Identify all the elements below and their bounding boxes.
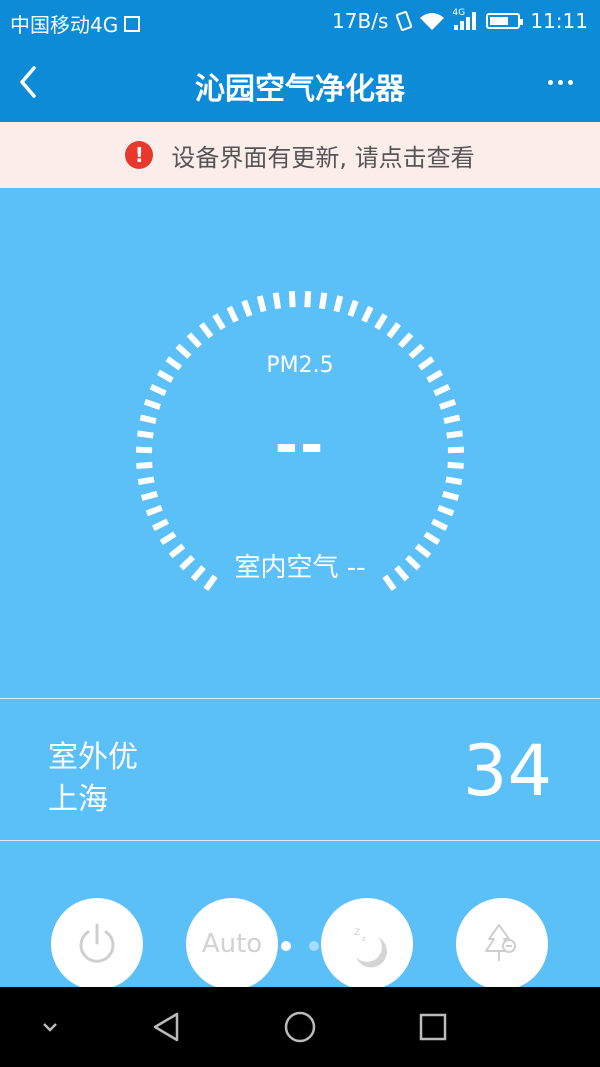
gauge-tick xyxy=(374,313,388,331)
gauge-tick xyxy=(151,518,169,532)
nav-back-button[interactable] xyxy=(146,1005,190,1049)
pm25-label: PM2.5 xyxy=(266,353,334,378)
auto-mode-button[interactable]: Auto xyxy=(186,898,278,990)
pm25-value: -- xyxy=(274,413,326,478)
title-bar: 沁园空气净化器 xyxy=(0,42,600,122)
carrier-label: 中国移动4G xyxy=(10,13,119,37)
gauge-tick xyxy=(442,490,460,501)
gauge-tick xyxy=(439,398,457,410)
update-notice[interactable]: ! 设备界面有更新, 请点击查看 xyxy=(0,122,600,188)
gauge-tick xyxy=(386,322,402,339)
indoor-air-status: 室内空气 -- xyxy=(234,553,366,583)
outdoor-city: 上海 xyxy=(48,782,108,817)
gauge-tick xyxy=(212,313,226,331)
purify-mode-button[interactable] xyxy=(456,898,548,990)
system-nav-bar xyxy=(0,987,600,1067)
divider-bottom xyxy=(0,840,600,841)
gauge-tick xyxy=(241,299,253,317)
notice-text: 设备界面有更新, 请点击查看 xyxy=(171,143,475,172)
status-bar: 中国移动4G 17B/s 4G 11:11 xyxy=(0,0,600,42)
gauge-tick xyxy=(431,518,449,532)
divider-top xyxy=(0,698,600,699)
outdoor-pm25-value: 34 xyxy=(462,730,552,812)
nav-home-icon xyxy=(284,1011,316,1043)
page-title: 沁园空气净化器 xyxy=(195,72,405,107)
gauge-tick xyxy=(143,398,161,410)
sleep-icon: Z z xyxy=(354,928,387,968)
more-button[interactable] xyxy=(540,70,580,94)
gauge-tick xyxy=(149,383,167,397)
gauge-tick xyxy=(140,490,158,501)
gauge-tick xyxy=(361,305,374,323)
wifi-icon xyxy=(420,12,445,30)
gauge-tick xyxy=(347,299,359,317)
svg-text:Z: Z xyxy=(354,928,360,938)
page-dot xyxy=(309,941,319,951)
cell-signal: 4G xyxy=(452,8,477,30)
nav-recent-icon xyxy=(419,1013,447,1041)
gauge-tick xyxy=(445,476,463,486)
alert-icon: ! xyxy=(125,141,154,169)
nav-back-icon xyxy=(153,1012,179,1042)
gauge-tick xyxy=(433,383,451,397)
svg-text:z: z xyxy=(362,935,366,943)
gauge-tick xyxy=(198,322,214,339)
more-icon xyxy=(547,79,553,85)
gauge-tick xyxy=(288,291,296,308)
gauge-tick xyxy=(186,332,202,349)
page-dot-active xyxy=(281,941,291,951)
nav-home-button[interactable] xyxy=(278,1005,322,1049)
gauge-tick xyxy=(145,504,163,517)
gauge-tick xyxy=(159,531,177,546)
net-speed: 17B/s xyxy=(332,9,389,33)
nav-recent-button[interactable] xyxy=(411,1005,455,1049)
gauge-tick xyxy=(437,504,455,517)
gauge-tick xyxy=(226,305,239,323)
gauge-tick xyxy=(137,476,155,486)
nav-down-icon xyxy=(43,1023,57,1032)
power-button[interactable] xyxy=(51,898,143,990)
clock: 11:11 xyxy=(530,9,588,33)
signal-type: 4G xyxy=(452,8,466,18)
tree-icon xyxy=(485,924,516,961)
outdoor-quality: 室外优 xyxy=(48,740,138,775)
vibrate-icon xyxy=(395,10,414,32)
auto-label: Auto xyxy=(201,929,263,959)
sleep-mode-button[interactable]: Z z xyxy=(321,898,413,990)
gauge-tick xyxy=(333,295,344,313)
gauge-tick xyxy=(256,295,267,313)
gauge-tick xyxy=(318,292,328,310)
pm25-gauge: PM2.5 -- 室内空气 -- xyxy=(130,285,470,605)
nav-down-button[interactable] xyxy=(28,1005,72,1049)
battery-icon xyxy=(486,13,524,29)
gauge-tick xyxy=(304,291,312,308)
gauge-tick xyxy=(423,531,441,546)
gauge-tick xyxy=(398,332,414,349)
gauge-tick xyxy=(272,292,282,310)
power-icon xyxy=(79,923,115,963)
image-icon xyxy=(124,15,141,32)
